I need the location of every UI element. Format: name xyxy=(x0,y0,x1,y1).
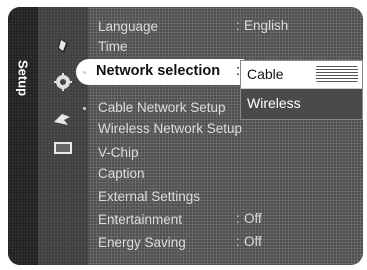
menu-item-entertainment[interactable]: Entertainment xyxy=(98,209,367,229)
menu-item-label: Wireless Network Setup xyxy=(98,120,243,136)
menu-item-value: Off xyxy=(244,211,262,226)
dropdown-option-label: Wireless xyxy=(247,95,301,111)
menu-item-external-settings[interactable]: External Settings xyxy=(98,186,367,206)
menu-item-value: Off xyxy=(244,234,262,249)
input-icon[interactable] xyxy=(52,139,74,157)
scroll-indicator-icon xyxy=(316,66,358,82)
dropdown-option-cable[interactable]: Cable xyxy=(241,61,362,88)
menu-item-energy-saving[interactable]: Energy Saving xyxy=(98,232,367,252)
menu-icon-column xyxy=(38,7,88,265)
menu-item-label: Entertainment xyxy=(98,211,183,227)
colon: : xyxy=(236,18,240,33)
menu-item-label: Time xyxy=(98,38,128,54)
menu-item-caption[interactable]: Caption xyxy=(98,163,367,183)
dropdown-option-label: Cable xyxy=(247,66,284,82)
colon: : xyxy=(236,211,240,226)
menu-item-network-selection[interactable]: Network selection xyxy=(96,63,220,79)
sound-icon[interactable] xyxy=(52,110,74,128)
network-selection-dropdown[interactable]: Cable Wireless xyxy=(240,60,363,120)
bullet-icon xyxy=(83,107,86,110)
menu-item-wireless-network-setup[interactable]: Wireless Network Setup xyxy=(98,118,367,138)
picture-icon[interactable] xyxy=(52,37,74,55)
menu-item-label: Caption xyxy=(98,165,145,181)
category-sidebar: Setup xyxy=(8,7,38,265)
menu-item-time[interactable]: Time xyxy=(98,36,367,56)
menu-item-label: Energy Saving xyxy=(98,234,186,250)
menu-item-label: Language xyxy=(98,18,159,34)
menu-item-language[interactable]: Language xyxy=(98,16,367,36)
menu-item-label: Cable Network Setup xyxy=(98,99,226,115)
category-title: Setup xyxy=(15,59,31,97)
menu-item-label: External Settings xyxy=(98,188,201,204)
colon: : xyxy=(236,234,240,249)
menu-item-vchip[interactable]: V-Chip xyxy=(98,142,367,162)
setup-icon[interactable] xyxy=(52,73,74,91)
menu-item-value: English xyxy=(244,18,289,33)
dropdown-option-wireless[interactable]: Wireless xyxy=(241,89,362,119)
bullet-icon xyxy=(83,71,86,74)
menu-item-label: V-Chip xyxy=(98,144,139,160)
